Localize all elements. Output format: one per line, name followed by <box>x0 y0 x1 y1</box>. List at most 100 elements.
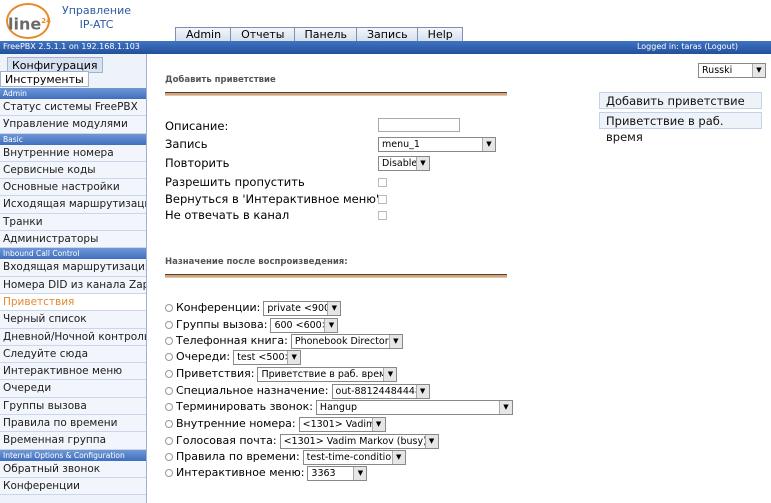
dest-row-special: Специальное назначение: out-88124484448 ▼ <box>165 383 430 399</box>
chevron-down-icon: ▼ <box>482 138 495 151</box>
dest-radio[interactable] <box>165 469 173 477</box>
allow-skip-label: Разрешить пропустить <box>165 175 305 189</box>
sidebar-item-callback[interactable]: Обратный звонок <box>0 460 146 478</box>
dest-label: Специальное назначение: <box>176 384 329 397</box>
chevron-down-icon: ▼ <box>383 367 397 381</box>
section-internal: Internal Options & Configuration <box>0 449 146 461</box>
logged-in-text: Logged in: taras <box>636 42 702 51</box>
dest-label: Внутренние номера: <box>176 417 296 430</box>
sidebar-item-daynight[interactable]: Дневной/Ночной контроль <box>0 328 146 346</box>
dest-radio[interactable] <box>165 304 173 312</box>
sidebar-item-followme[interactable]: Следуйте сюда <box>0 345 146 364</box>
dest-radio[interactable] <box>165 337 173 345</box>
dest-row-queues: Очереди: test <500> ▼ <box>165 349 302 365</box>
dest-select-value: test-time-condition1 <box>306 451 404 463</box>
dest-select[interactable]: Hangup ▼ <box>315 399 513 415</box>
dest-select[interactable]: Приветствие в раб. время ▼ <box>257 366 398 382</box>
dest-select[interactable]: test <500> ▼ <box>233 349 302 365</box>
chevron-down-icon: ▼ <box>388 334 402 348</box>
language-select[interactable]: Russki ▼ <box>698 63 766 78</box>
chevron-down-icon: ▼ <box>327 301 341 315</box>
record-select[interactable]: menu_1 ▼ <box>378 137 496 152</box>
sidebar-item-modules[interactable]: Управление модулями <box>0 116 146 134</box>
heading-rule <box>165 92 507 96</box>
dest-select[interactable]: Phonebook Directory ▼ <box>290 333 403 349</box>
chevron-down-icon: ▼ <box>415 384 429 398</box>
dest-select-value: test <500> <box>237 351 293 363</box>
repeat-select[interactable]: Disable ▼ <box>378 156 430 171</box>
description-label: Описание: <box>165 119 229 133</box>
sidebar: Конфигурация Инструменты Admin Статус си… <box>0 54 147 503</box>
dest-label: Группы вызова: <box>176 318 268 331</box>
dest-label: Терминировать звонок: <box>176 400 313 413</box>
allow-skip-checkbox[interactable] <box>378 178 387 187</box>
no-answer-checkbox[interactable] <box>378 211 387 220</box>
tab-admin[interactable]: Admin <box>175 27 232 42</box>
dest-select[interactable]: test-time-condition1 ▼ <box>302 449 406 465</box>
dest-select[interactable]: private <900> ▼ <box>263 300 342 316</box>
dest-row-terminate: Терминировать звонок: Hangup ▼ <box>165 399 513 415</box>
dest-label: Интерактивное меню: <box>176 466 305 479</box>
sidebar-item-blacklist[interactable]: Черный список <box>0 311 146 329</box>
dest-radio[interactable] <box>165 437 173 445</box>
tab-panel[interactable]: Панель <box>293 27 357 42</box>
sidebar-item-ivr[interactable]: Интерактивное меню <box>0 363 146 381</box>
brand-line2: IP-ATC <box>79 18 114 31</box>
dest-radio[interactable] <box>165 403 173 411</box>
dest-select[interactable]: <1301> Vadim Markov▼ <box>298 416 386 432</box>
add-announcement-link[interactable]: Добавить приветствие <box>599 92 762 109</box>
right-nav: Добавить приветствие Приветствие в раб. … <box>599 92 762 144</box>
dest-select[interactable]: <1301> Vadim Markov (busy) ▼ <box>279 433 439 449</box>
dest-select[interactable]: 600 <600> ▼ <box>270 317 339 333</box>
dest-select-value: Приветствие в раб. время <box>261 368 392 380</box>
sidebar-item-feature-codes[interactable]: Сервисные коды <box>0 161 146 180</box>
sidebar-item-outbound[interactable]: Исходящая маршрутизация <box>0 196 146 214</box>
sidebar-item-announcements[interactable]: Приветствия <box>0 293 146 312</box>
sidebar-item-conferences[interactable]: Конференции <box>0 477 146 496</box>
dest-row-phonebook: Телефонная книга: Phonebook Directory ▼ <box>165 333 403 349</box>
dest-radio[interactable] <box>165 370 173 378</box>
dest-radio[interactable] <box>165 321 173 329</box>
sidebar-item-admins[interactable]: Администраторы <box>0 231 146 249</box>
logo[interactable]: line24 <box>6 3 51 39</box>
chevron-down-icon: ▼ <box>287 350 301 364</box>
description-input[interactable] <box>378 118 460 132</box>
logout-link[interactable]: (Logout) <box>704 42 738 51</box>
record-label: Запись <box>165 137 208 151</box>
dest-select[interactable]: out-88124484448 ▼ <box>331 383 430 399</box>
dest-label: Приветствия: <box>176 367 255 380</box>
sidebar-item-status[interactable]: Статус системы FreePBX <box>0 99 146 117</box>
workhours-announcement-link[interactable]: Приветствие в раб. время <box>599 112 762 144</box>
dest-radio[interactable] <box>165 387 173 395</box>
sidebar-menu: Admin Статус системы FreePBX Управление … <box>0 88 146 496</box>
sidebar-item-inbound[interactable]: Входящая маршрутизация <box>0 259 146 277</box>
dest-radio[interactable] <box>165 353 173 361</box>
dest-select[interactable]: 3363 ▼ <box>307 465 368 481</box>
tab-record[interactable]: Запись <box>356 27 418 42</box>
sidebar-item-ringgroups[interactable]: Группы вызова <box>0 397 146 416</box>
dest-select-value: <1301> Vadim Markov (busy) <box>283 435 427 447</box>
brand-title: Управление IP-ATC <box>62 4 131 32</box>
dest-radio[interactable] <box>165 453 173 461</box>
dest-radio[interactable] <box>165 420 173 428</box>
chevron-down-icon: ▼ <box>416 157 429 170</box>
dest-select-value: Phonebook Directory <box>294 335 395 347</box>
tab-tools[interactable]: Инструменты <box>0 71 89 87</box>
no-answer-label: Не отвечать в канал <box>165 208 290 222</box>
destination-rule <box>165 274 507 278</box>
sidebar-item-zap-did[interactable]: Номера DID из канала Zap <box>0 276 146 294</box>
sidebar-item-trunks[interactable]: Транки <box>0 213 146 232</box>
sidebar-item-extensions[interactable]: Внутренние номера <box>0 144 146 162</box>
dest-row-timeconditions: Правила по времени: test-time-condition1 ▼ <box>165 449 406 465</box>
tab-help[interactable]: Help <box>416 27 463 42</box>
sidebar-item-general[interactable]: Основные настройки <box>0 179 146 197</box>
return-ivr-checkbox[interactable] <box>378 195 387 204</box>
dest-select-value: 3363 <box>311 467 336 479</box>
dest-label: Телефонная книга: <box>176 334 288 347</box>
tab-reports[interactable]: Отчеты <box>230 27 295 42</box>
sidebar-item-timeconditions[interactable]: Правила по времени <box>0 415 146 433</box>
top-tabs: Admin Отчеты Панель Запись Help <box>175 27 463 42</box>
sidebar-item-queues[interactable]: Очереди <box>0 380 146 398</box>
sidebar-item-timegroups[interactable]: Временная группа <box>0 432 146 450</box>
repeat-select-value: Disable <box>382 158 418 169</box>
